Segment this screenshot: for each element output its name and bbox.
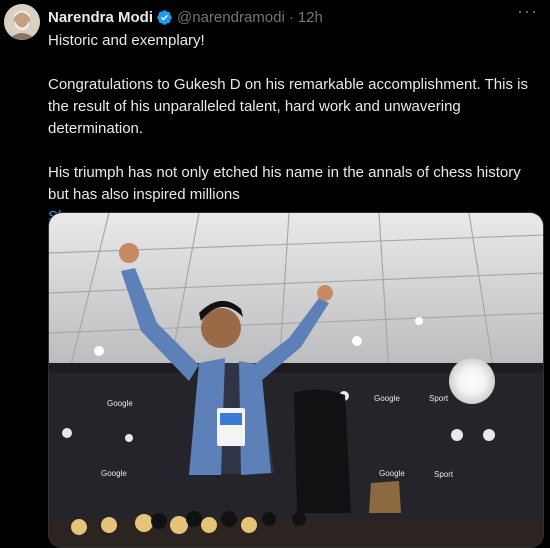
author-name[interactable]: Narendra Modi [48, 9, 153, 26]
tweet-paragraph: Congratulations to Gukesh D on his remar… [48, 76, 528, 137]
tweet-text: Historic and exemplary! Congratulations … [48, 30, 544, 228]
svg-text:Sport: Sport [434, 470, 454, 479]
author-handle[interactable]: @narendramodi [177, 9, 285, 26]
tweet: Narendra Modi @narendramodi · 12h ··· Hi… [0, 0, 550, 548]
avatar[interactable] [4, 4, 40, 40]
timestamp[interactable]: 12h [298, 9, 323, 26]
tweet-header: Narendra Modi @narendramodi · 12h [48, 6, 538, 28]
svg-text:Google: Google [101, 469, 127, 478]
svg-text:Sport: Sport [429, 394, 449, 403]
separator-dot: · [288, 8, 294, 26]
verified-badge-icon [157, 9, 172, 25]
chess-celebration-photo: Google Google Sport Google Google Sport [49, 213, 543, 547]
tweet-paragraph: His triumph has not only etched his name… [48, 164, 521, 203]
svg-text:Google: Google [379, 469, 405, 478]
svg-text:Google: Google [374, 394, 400, 403]
more-options-icon[interactable]: ··· [517, 2, 538, 20]
svg-text:Google: Google [107, 399, 133, 408]
tweet-paragraph: Historic and exemplary! [48, 32, 205, 49]
tweet-image[interactable]: Google Google Sport Google Google Sport [48, 212, 544, 548]
